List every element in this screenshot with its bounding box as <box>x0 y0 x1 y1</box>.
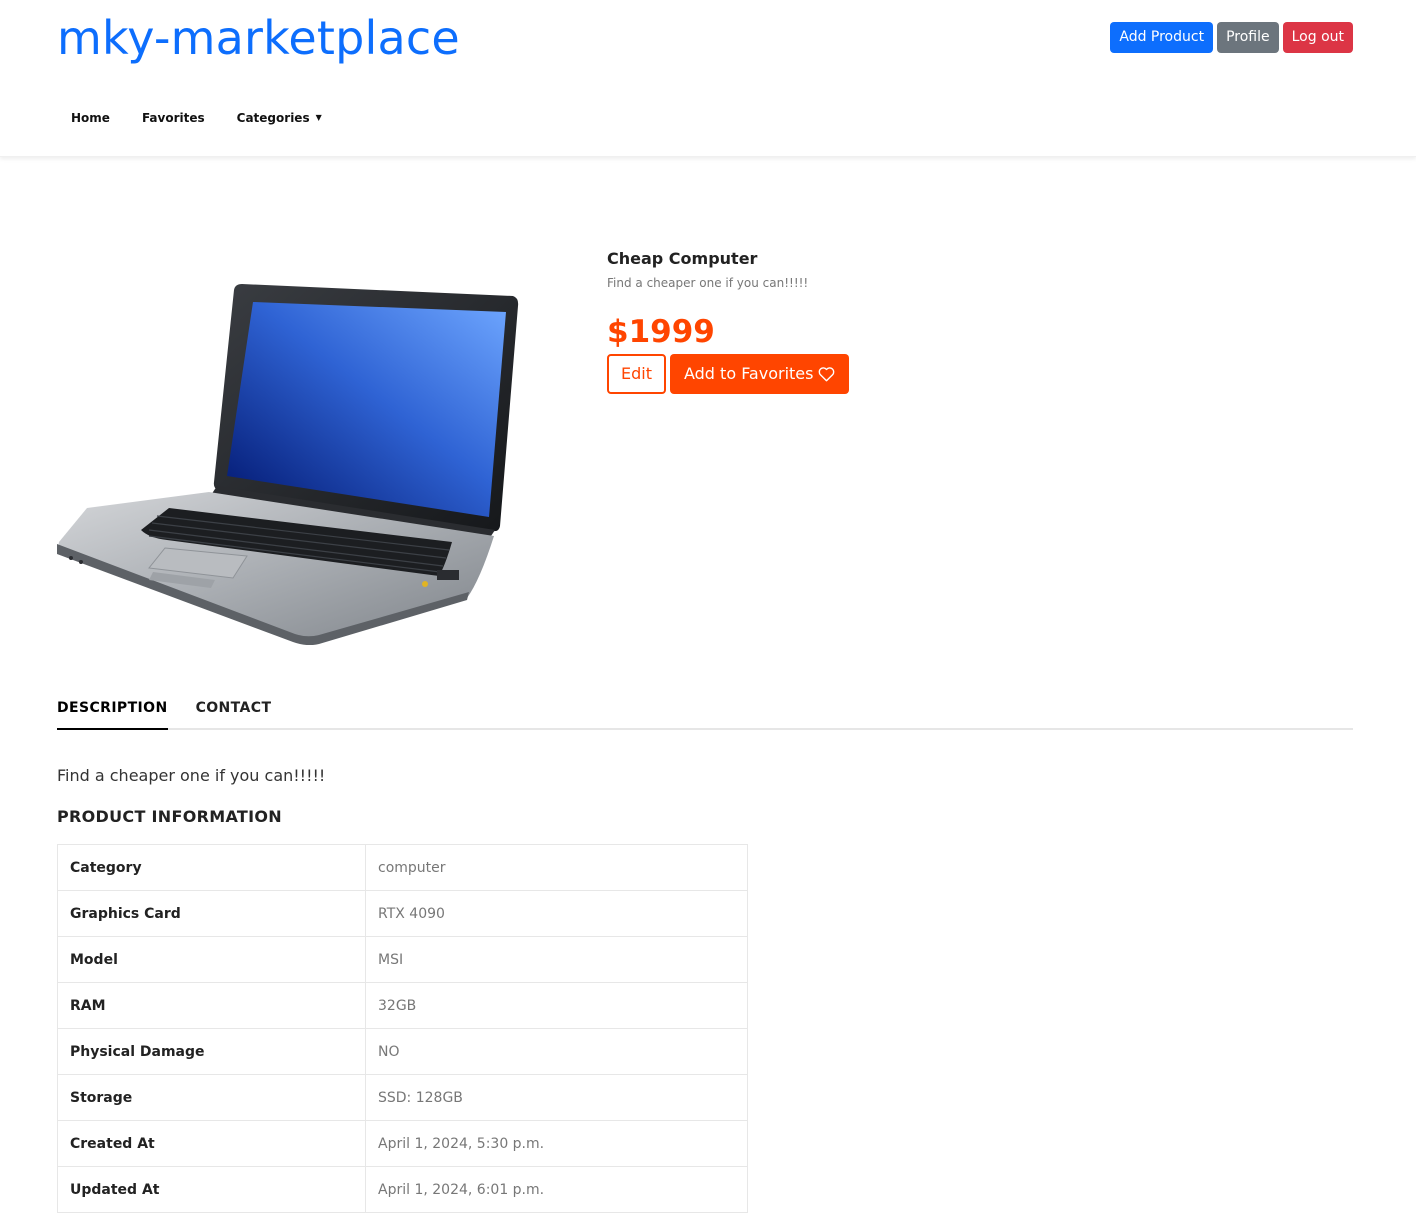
row-value: April 1, 2024, 5:30 p.m. <box>365 1120 748 1167</box>
product-price: $1999 <box>607 314 715 350</box>
nav-categories[interactable]: Categories ▼ <box>237 108 322 128</box>
row-value: April 1, 2024, 6:01 p.m. <box>365 1166 748 1213</box>
product-information-table: Category computer Graphics Card RTX 4090… <box>57 844 748 1213</box>
table-row: Created At April 1, 2024, 5:30 p.m. <box>57 1120 748 1167</box>
description-text: Find a cheaper one if you can!!!!! <box>57 766 326 785</box>
row-key: Category <box>57 844 366 891</box>
profile-button[interactable]: Profile <box>1217 22 1279 53</box>
table-row: Model MSI <box>57 936 748 983</box>
row-key: Graphics Card <box>57 890 366 937</box>
chevron-down-icon: ▼ <box>315 113 322 122</box>
row-key: RAM <box>57 982 366 1029</box>
product-actions: Edit Add to Favorites <box>607 354 850 394</box>
row-value: SSD: 128GB <box>365 1074 748 1121</box>
header-actions: Add Product Profile Log out <box>1110 22 1353 53</box>
row-value: MSI <box>365 936 748 983</box>
main-nav: Home Favorites Categories ▼ <box>71 108 354 128</box>
add-to-favorites-button[interactable]: Add to Favorites <box>669 354 850 394</box>
table-row: Category computer <box>57 844 748 891</box>
product-information-heading: PRODUCT INFORMATION <box>57 807 282 826</box>
add-to-favorites-label: Add to Favorites <box>683 364 814 383</box>
product-title: Cheap Computer <box>607 249 758 268</box>
nav-home[interactable]: Home <box>71 108 110 128</box>
logout-button[interactable]: Log out <box>1282 22 1353 53</box>
table-row: Updated At April 1, 2024, 6:01 p.m. <box>57 1166 748 1213</box>
table-row: Physical Damage NO <box>57 1028 748 1075</box>
row-key: Model <box>57 936 366 983</box>
product-tabs: DESCRIPTION CONTACT <box>57 690 1353 730</box>
add-product-button[interactable]: Add Product <box>1110 22 1214 53</box>
brand-logo[interactable]: mky-marketplace <box>57 8 460 68</box>
row-value: 32GB <box>365 982 748 1029</box>
row-key: Created At <box>57 1120 366 1167</box>
site-header: mky-marketplace Add Product Profile Log … <box>0 0 1416 157</box>
product-info: Cheap Computer Find a cheaper one if you… <box>607 248 850 394</box>
nav-categories-label: Categories <box>236 111 310 125</box>
table-row: Graphics Card RTX 4090 <box>57 890 748 937</box>
row-value: NO <box>365 1028 748 1075</box>
table-row: Storage SSD: 128GB <box>57 1074 748 1121</box>
heart-outline-icon <box>819 367 835 382</box>
tab-contact[interactable]: CONTACT <box>196 690 272 728</box>
row-key: Updated At <box>57 1166 366 1213</box>
tab-description[interactable]: DESCRIPTION <box>57 690 168 730</box>
table-row: RAM 32GB <box>57 982 748 1029</box>
row-key: Physical Damage <box>57 1028 366 1075</box>
product-image <box>57 280 522 646</box>
row-key: Storage <box>57 1074 366 1121</box>
edit-button[interactable]: Edit <box>607 354 666 394</box>
row-value: computer <box>365 844 748 891</box>
row-value: RTX 4090 <box>365 890 748 937</box>
product-subtitle: Find a cheaper one if you can!!!!! <box>607 276 809 290</box>
nav-favorites[interactable]: Favorites <box>142 108 205 128</box>
